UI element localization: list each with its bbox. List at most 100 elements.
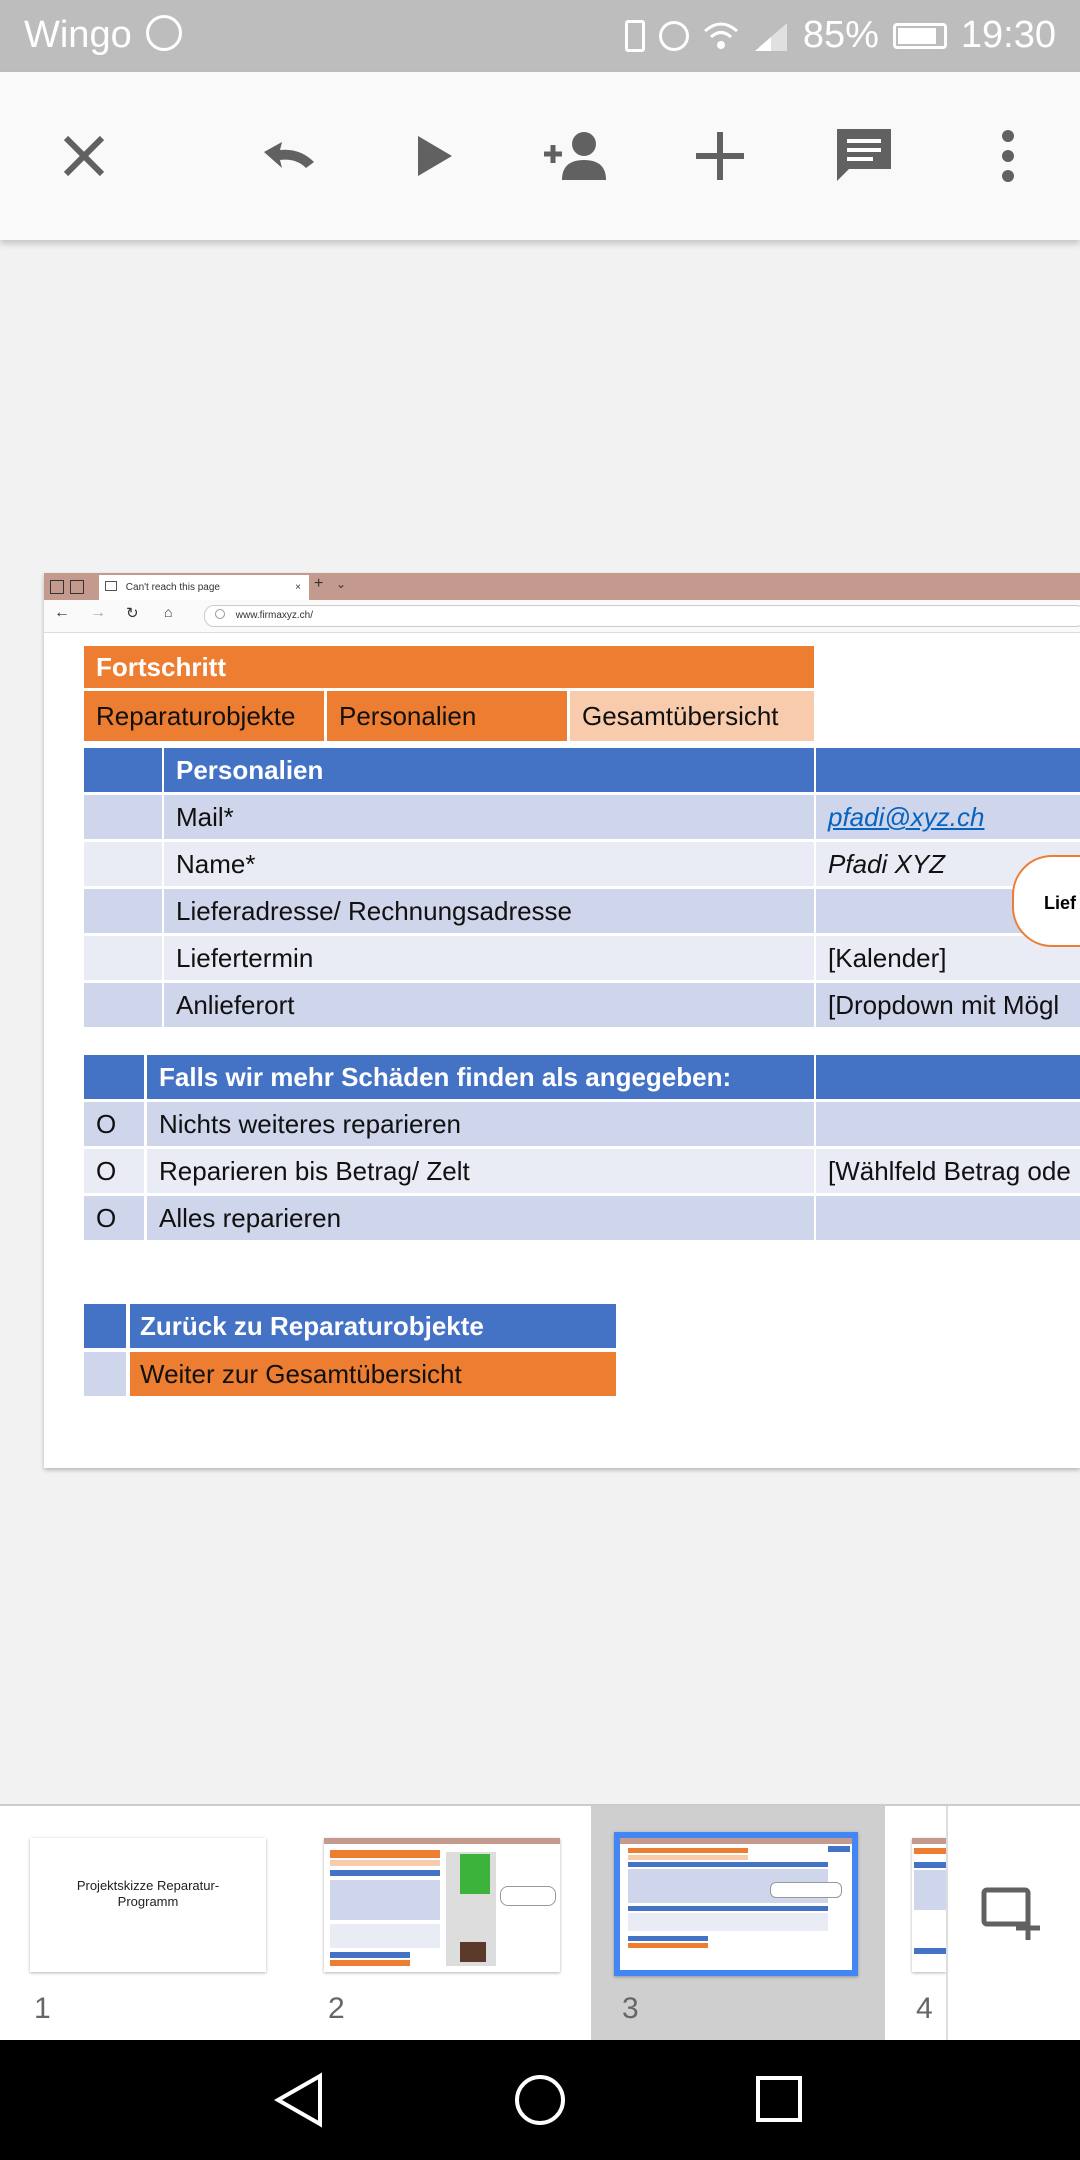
back-button-marker bbox=[84, 1304, 126, 1348]
personalien-header-value bbox=[816, 748, 1080, 792]
tab-list-chevron-icon: ⌄ bbox=[336, 577, 347, 591]
back-icon[interactable] bbox=[270, 2072, 330, 2128]
info-icon bbox=[215, 609, 225, 619]
slides-toolbar bbox=[0, 72, 1080, 240]
slide-thumbnail-2[interactable] bbox=[324, 1838, 560, 1972]
radio-marker[interactable]: O bbox=[96, 1109, 116, 1139]
home-icon[interactable] bbox=[512, 2072, 568, 2128]
tab-actions-icon bbox=[50, 580, 64, 594]
option-repair-all-label: Alles reparieren bbox=[147, 1196, 814, 1240]
option-nothing-value bbox=[816, 1102, 1080, 1146]
step-personalien[interactable]: Personalien bbox=[327, 691, 567, 741]
address-label: Lieferadresse/ Rechnungsadresse bbox=[164, 889, 814, 933]
option-label-text: Alles reparieren bbox=[159, 1203, 342, 1233]
delivery-date-label-text: Liefertermin bbox=[176, 943, 314, 973]
delivery-place-value-text: [Dropdown mit Mögl bbox=[828, 990, 1060, 1020]
slide-thumbnail-1[interactable]: Projektskizze Reparatur-Programm bbox=[30, 1838, 266, 1972]
slide-canvas[interactable]: Can't reach this page × + ⌄ ← → ↻ ⌂ www.… bbox=[44, 573, 1080, 1468]
slide-number-3: 3 bbox=[622, 1992, 639, 2026]
add-person-icon[interactable] bbox=[532, 112, 620, 200]
damage-header-text: Falls wir mehr Schäden finden als angege… bbox=[159, 1062, 732, 1092]
browser-tab: Can't reach this page × bbox=[99, 575, 309, 600]
slide-number-1: 1 bbox=[34, 1992, 51, 2026]
browser-tab-bar: Can't reach this page × + ⌄ bbox=[44, 573, 1080, 600]
radio-nothing[interactable]: O bbox=[84, 1102, 144, 1146]
option-up-to-amount-label: Reparieren bis Betrag/ Zelt bbox=[147, 1149, 814, 1193]
delivery-place-label: Anlieferort bbox=[164, 983, 814, 1027]
carrier-name: Wingo bbox=[24, 14, 132, 56]
radio-up-to-amount[interactable]: O bbox=[84, 1149, 144, 1193]
radio-repair-all[interactable]: O bbox=[84, 1196, 144, 1240]
name-value-text: Pfadi XYZ bbox=[828, 849, 946, 879]
slide-thumbnail-4[interactable] bbox=[912, 1838, 946, 1972]
slide-number-text: 2 bbox=[328, 1992, 345, 2025]
option-nothing-label: Nichts weiteres reparieren bbox=[147, 1102, 814, 1146]
slide-thumbnail-3[interactable] bbox=[614, 1832, 858, 1976]
option-up-to-amount-value[interactable]: [Wählfeld Betrag ode bbox=[816, 1149, 1080, 1193]
status-bar: Wingo 85% 19:30 bbox=[0, 0, 1080, 72]
table-row-gutter bbox=[84, 936, 162, 980]
radio-marker[interactable]: O bbox=[96, 1156, 116, 1186]
option-value-text: [Wählfeld Betrag ode bbox=[828, 1156, 1071, 1186]
address-label-text: Lieferadresse/ Rechnungsadresse bbox=[176, 896, 573, 926]
comment-icon[interactable] bbox=[820, 112, 908, 200]
back-button-label: Zurück zu Reparaturobjekte bbox=[140, 1311, 484, 1341]
personalien-header: Personalien bbox=[164, 748, 814, 792]
address-bar: www.firmaxyz.ch/ bbox=[204, 605, 1080, 627]
browser-nav-bar: ← → ↻ ⌂ www.firmaxyz.ch/ bbox=[44, 600, 1080, 633]
browser-tab-title: Can't reach this page bbox=[125, 582, 220, 593]
table-row-gutter bbox=[84, 889, 162, 933]
slide-number-text: 1 bbox=[34, 1992, 51, 2025]
alarm-icon bbox=[658, 20, 689, 51]
page-icon bbox=[105, 581, 117, 591]
option-label-text: Nichts weiteres reparieren bbox=[159, 1109, 462, 1139]
system-nav-bar bbox=[0, 2040, 1080, 2160]
battery-percent: 85% bbox=[802, 14, 879, 56]
step-label: Reparaturobjekte bbox=[96, 701, 296, 731]
slide-filmstrip: Projektskizze Reparatur-Programm 1 2 3 4 bbox=[0, 1804, 1080, 2042]
clock: 19:30 bbox=[960, 14, 1056, 56]
mail-link[interactable]: pfadi@xyz.ch bbox=[828, 802, 984, 832]
damage-header-value bbox=[816, 1055, 1080, 1099]
refresh-icon: ↻ bbox=[126, 605, 139, 622]
name-label: Name* bbox=[164, 842, 814, 886]
damage-header-blank bbox=[84, 1055, 144, 1099]
next-button-label: Weiter zur Gesamtübersicht bbox=[140, 1359, 462, 1389]
mail-value[interactable]: pfadi@xyz.ch bbox=[816, 795, 1080, 839]
tab-back-icon bbox=[70, 580, 84, 594]
undo-icon[interactable] bbox=[244, 112, 332, 200]
step-reparaturobjekte[interactable]: Reparaturobjekte bbox=[84, 691, 324, 741]
delivery-place-value[interactable]: [Dropdown mit Mögl bbox=[816, 983, 1080, 1027]
signal-icon bbox=[754, 22, 787, 51]
radio-marker[interactable]: O bbox=[96, 1203, 116, 1233]
delivery-date-label: Liefertermin bbox=[164, 936, 814, 980]
vibrate-icon bbox=[624, 19, 645, 52]
next-button-marker bbox=[84, 1352, 126, 1396]
option-label-text: Reparieren bis Betrag/ Zelt bbox=[159, 1156, 470, 1186]
next-to-overview-button[interactable]: Weiter zur Gesamtübersicht bbox=[130, 1352, 616, 1396]
slide-number-text: 3 bbox=[622, 1992, 639, 2025]
slide-number-2: 2 bbox=[328, 1992, 345, 2026]
carrier-label: Wingo bbox=[24, 14, 183, 57]
step-gesamtuebersicht[interactable]: Gesamtübersicht bbox=[570, 691, 814, 741]
progress-title-text: Fortschritt bbox=[96, 652, 226, 682]
close-icon[interactable] bbox=[40, 112, 128, 200]
name-label-text: Name* bbox=[176, 849, 256, 879]
add-slide-icon[interactable] bbox=[980, 1882, 1044, 1942]
damage-header: Falls wir mehr Schäden finden als angege… bbox=[147, 1055, 814, 1099]
url-text: www.firmaxyz.ch/ bbox=[235, 610, 314, 621]
table-row-gutter bbox=[84, 842, 162, 886]
add-icon[interactable] bbox=[676, 112, 764, 200]
more-vert-icon[interactable] bbox=[964, 112, 1052, 200]
delivery-date-value-text: [Kalender] bbox=[828, 943, 947, 973]
close-tab-icon: × bbox=[295, 582, 301, 593]
slide-1-title: Projektskizze Reparatur-Programm bbox=[50, 1878, 246, 1910]
home-page-icon: ⌂ bbox=[164, 604, 173, 620]
step-label: Gesamtübersicht bbox=[582, 701, 779, 731]
recents-icon[interactable] bbox=[754, 2074, 804, 2124]
play-icon[interactable] bbox=[390, 112, 478, 200]
back-to-repair-objects-button[interactable]: Zurück zu Reparaturobjekte bbox=[130, 1304, 616, 1348]
personalien-header-text: Personalien bbox=[176, 755, 324, 785]
forward-arrow-icon: → bbox=[90, 604, 106, 621]
slide-number-text: 4 bbox=[916, 1992, 933, 2025]
